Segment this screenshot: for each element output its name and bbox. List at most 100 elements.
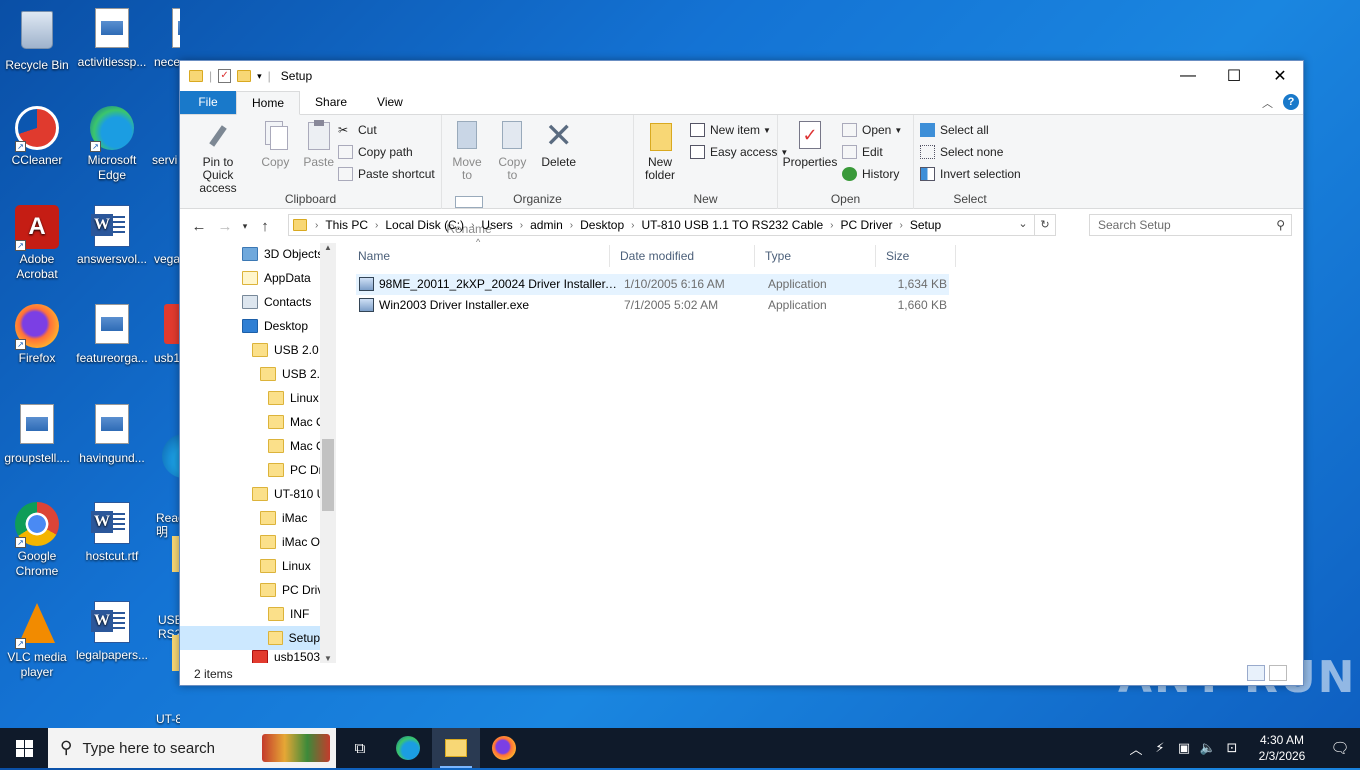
breadcrumb-setup[interactable]: Setup bbox=[910, 218, 941, 232]
customize-toolbar-chevron-icon[interactable]: ▾ bbox=[257, 71, 262, 82]
nav-item-pc-dr[interactable]: PC Dr bbox=[268, 458, 323, 482]
taskbar-file-explorer-icon[interactable] bbox=[432, 728, 480, 768]
desktop-icon-hostcut[interactable]: W hostcut.rtf bbox=[75, 502, 149, 564]
new-folder-button[interactable]: New folder bbox=[638, 117, 682, 184]
nav-item-appdata[interactable]: AppData bbox=[242, 266, 311, 290]
details-view-icon[interactable] bbox=[1247, 665, 1265, 681]
column-header-name[interactable]: Name bbox=[348, 243, 610, 269]
desktop-icon-legalpapers[interactable]: W legalpapers... bbox=[75, 601, 149, 663]
volume-icon[interactable]: 🔈 bbox=[1196, 740, 1220, 756]
desktop-icon-chrome[interactable]: ↗ Google Chrome bbox=[0, 502, 74, 579]
collapse-ribbon-icon[interactable]: ︿ bbox=[1262, 95, 1273, 111]
desktop-icon-havingund[interactable]: havingund... bbox=[75, 404, 149, 466]
search-box[interactable]: Search Setup ⚲ bbox=[1089, 214, 1292, 236]
desktop-icon-featureorga[interactable]: featureorga... bbox=[75, 304, 149, 366]
edit-button[interactable]: Edit bbox=[842, 141, 902, 163]
breadcrumb-local-disk[interactable]: Local Disk (C:) bbox=[385, 218, 464, 232]
address-bar[interactable]: › This PC › Local Disk (C:) › Users › ad… bbox=[288, 214, 1056, 236]
chevron-right-icon[interactable]: › bbox=[900, 220, 903, 231]
desktop-icon-vega[interactable]: vega bbox=[150, 205, 180, 267]
scroll-down-icon[interactable]: ▼ bbox=[320, 654, 336, 663]
chevron-up-icon[interactable]: ︿ bbox=[1124, 739, 1148, 758]
nav-item-pc-driv[interactable]: PC Driv bbox=[260, 578, 323, 602]
paste-button[interactable]: Paste bbox=[299, 117, 339, 171]
nav-item-imac-o[interactable]: iMac O bbox=[260, 530, 320, 554]
device-icon[interactable]: ▣ bbox=[1172, 740, 1196, 756]
copy-to-button[interactable]: Copy to bbox=[491, 117, 533, 184]
tab-home[interactable]: Home bbox=[236, 91, 301, 115]
taskbar-search-box[interactable]: ⚲ Type here to search bbox=[48, 728, 336, 768]
start-button[interactable] bbox=[0, 728, 48, 768]
breadcrumb-ut810[interactable]: UT-810 USB 1.1 TO RS232 Cable bbox=[642, 218, 824, 232]
nav-item-inf[interactable]: INF bbox=[268, 602, 309, 626]
breadcrumb-users[interactable]: Users bbox=[481, 218, 512, 232]
copy-button[interactable]: Copy bbox=[255, 117, 295, 171]
breadcrumb-pc-driver[interactable]: PC Driver bbox=[841, 218, 893, 232]
chevron-right-icon[interactable]: › bbox=[375, 220, 378, 231]
desktop-icon-answersvol[interactable]: W answersvol... bbox=[75, 205, 149, 267]
desktop-icon-ccleaner[interactable]: ↗ CCleaner bbox=[0, 106, 74, 168]
chevron-right-icon[interactable]: › bbox=[570, 220, 573, 231]
nav-item-linux[interactable]: Linux bbox=[268, 386, 319, 410]
history-button[interactable]: History bbox=[842, 163, 902, 185]
column-header-date-modified[interactable]: Date modified bbox=[610, 243, 755, 269]
nav-item-setup[interactable]: Setup bbox=[180, 626, 320, 650]
nav-item-usb20[interactable]: USB 2.0 bbox=[260, 362, 327, 386]
help-icon[interactable]: ? bbox=[1283, 94, 1299, 110]
tab-file[interactable]: File bbox=[180, 91, 236, 114]
new-item-button[interactable]: New item ▼ bbox=[690, 119, 788, 141]
select-none-button[interactable]: Select none bbox=[920, 141, 1021, 163]
copy-path-button[interactable]: Copy path bbox=[338, 141, 435, 163]
nav-item-ut810[interactable]: UT-810 U bbox=[252, 482, 325, 506]
breadcrumb-this-pc[interactable]: This PC bbox=[325, 218, 368, 232]
properties-quick-icon[interactable]: ✓ bbox=[218, 69, 232, 83]
chevron-right-icon[interactable]: › bbox=[631, 220, 634, 231]
cut-button[interactable]: ✂ Cut bbox=[338, 119, 435, 141]
scroll-thumb[interactable] bbox=[322, 439, 334, 511]
forward-arrow-icon[interactable]: → bbox=[212, 218, 238, 235]
refresh-icon[interactable]: ↻ bbox=[1034, 214, 1056, 236]
move-to-button[interactable]: Move to bbox=[446, 117, 488, 184]
desktop-icon-recycle-bin[interactable]: Recycle Bin bbox=[0, 8, 74, 73]
desktop-icon-servi[interactable]: servi bbox=[150, 106, 180, 168]
table-row[interactable]: Win2003 Driver Installer.exe 7/1/2005 5:… bbox=[356, 295, 949, 316]
nav-item-contacts[interactable]: Contacts bbox=[242, 290, 311, 314]
close-button[interactable]: ✕ bbox=[1257, 61, 1303, 91]
network-icon[interactable]: ⊡ bbox=[1220, 740, 1244, 756]
breadcrumb-admin[interactable]: admin bbox=[530, 218, 563, 232]
paste-shortcut-button[interactable]: Paste shortcut bbox=[338, 163, 435, 185]
easy-access-button[interactable]: Easy access ▼ bbox=[690, 141, 788, 163]
nav-item-mac-o-2[interactable]: Mac O bbox=[268, 434, 325, 458]
desktop-icon-acrobat[interactable]: A ↗ Adobe Acrobat bbox=[0, 205, 74, 282]
breadcrumb-desktop[interactable]: Desktop bbox=[580, 218, 624, 232]
delete-button[interactable]: ✕ Delete bbox=[537, 117, 581, 171]
pin-to-quick-access-button[interactable]: Pin to Quick access bbox=[184, 117, 252, 197]
minimize-button[interactable]: — bbox=[1165, 61, 1211, 91]
column-header-type[interactable]: Type bbox=[755, 243, 876, 269]
nav-item-imac[interactable]: iMac bbox=[260, 506, 307, 530]
select-all-button[interactable]: Select all bbox=[920, 119, 1021, 141]
taskbar-firefox-icon[interactable] bbox=[480, 728, 528, 768]
address-history-chevron-icon[interactable]: ⌄ bbox=[1012, 214, 1034, 236]
desktop-icon-firefox[interactable]: ↗ Firefox bbox=[0, 304, 74, 366]
maximize-button[interactable]: ☐ bbox=[1211, 61, 1257, 91]
taskbar-edge-icon[interactable] bbox=[384, 728, 432, 768]
desktop-icon-edge[interactable]: ↗ Microsoft Edge bbox=[75, 106, 149, 183]
nav-item-desktop[interactable]: Desktop bbox=[242, 314, 308, 338]
nav-item-linux-2[interactable]: Linux bbox=[260, 554, 311, 578]
properties-button[interactable]: ✓ Properties bbox=[782, 117, 838, 171]
network-activity-icon[interactable]: ⚡ bbox=[1148, 740, 1172, 756]
nav-item-usb20-t[interactable]: USB 2.0 T bbox=[252, 338, 329, 362]
desktop-icon-usb1[interactable]: usb1 bbox=[150, 304, 180, 366]
nav-item-3d-objects[interactable]: 3D Objects bbox=[242, 243, 323, 266]
title-bar[interactable]: | ✓ ▾ | Setup — ☐ ✕ bbox=[180, 61, 1303, 91]
notifications-icon[interactable]: 🗨 bbox=[1320, 739, 1360, 757]
chevron-right-icon[interactable]: › bbox=[520, 220, 523, 231]
tab-view[interactable]: View bbox=[362, 91, 418, 114]
chevron-right-icon[interactable]: › bbox=[830, 220, 833, 231]
task-view-icon[interactable]: ⧉ bbox=[336, 728, 384, 768]
nav-item-usb15031[interactable]: usb15031 bbox=[252, 650, 327, 663]
tab-share[interactable]: Share bbox=[300, 91, 362, 114]
desktop-icon-nece[interactable]: nece bbox=[150, 8, 180, 70]
nav-scrollbar[interactable]: ▲ ▼ bbox=[320, 243, 336, 663]
